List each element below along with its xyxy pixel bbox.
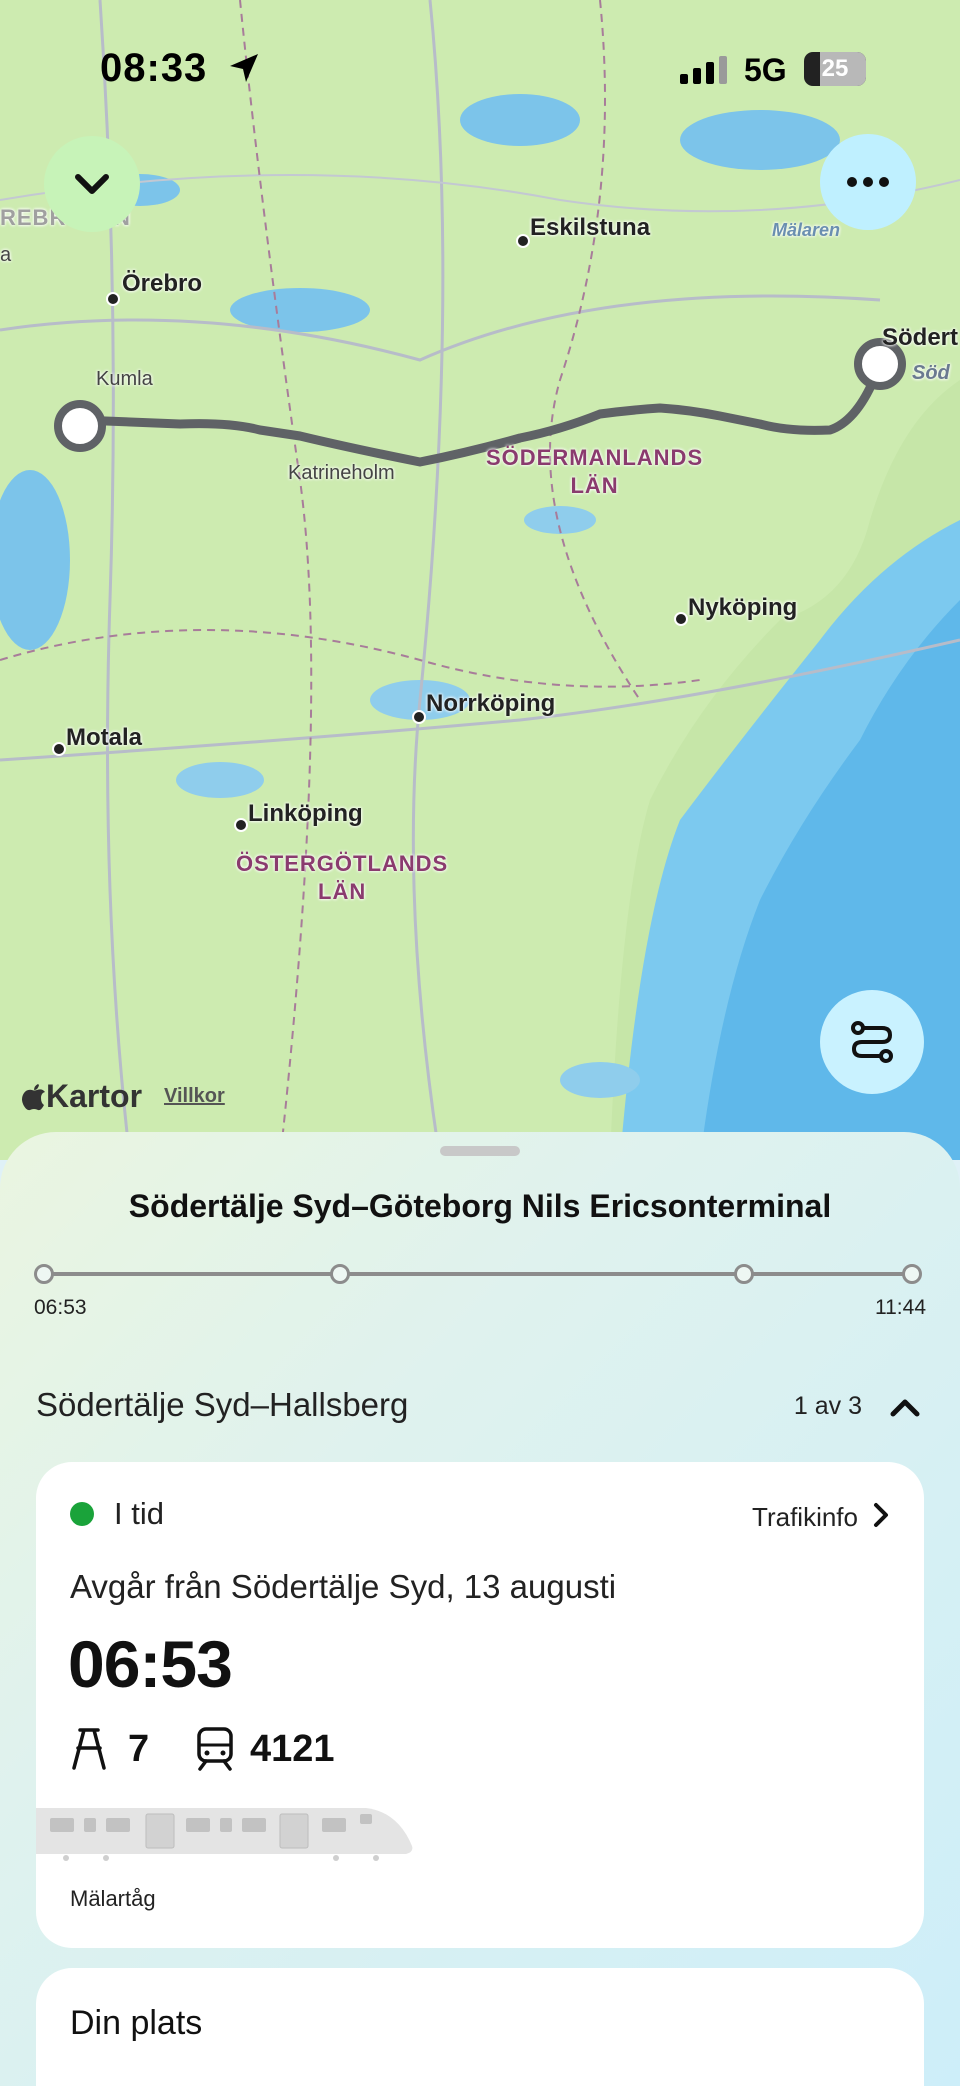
timeline-start-time: 06:53 (34, 1296, 87, 1319)
timeline-stop (34, 1264, 54, 1284)
network-label: 5G (744, 52, 787, 88)
train-type: Mälartåg (70, 1886, 156, 1911)
trafikinfo-link[interactable]: Trafikinfo (752, 1502, 858, 1533)
trip-title: Södertälje Syd–Göteborg Nils Ericsonterm… (128, 1188, 832, 1224)
map-label-sodermanland: SÖDERMANLANDS LÄN (486, 444, 703, 500)
more-options-button[interactable] (820, 134, 916, 230)
status-text: I tid (114, 1496, 164, 1531)
track-number: 7 (128, 1728, 150, 1770)
leg-title: Södertälje Syd–Hallsberg (36, 1386, 409, 1423)
sheet-handle[interactable] (440, 1146, 520, 1156)
battery-icon: 25 (804, 52, 866, 86)
map-label-motala: Motala (66, 724, 143, 751)
trip-timeline (34, 1262, 922, 1286)
maps-brand: Kartor (20, 1078, 142, 1115)
city-dot (412, 710, 426, 724)
track-icon (72, 1728, 106, 1770)
trip-sheet: Södertälje Syd–Göteborg Nils Ericsonterm… (0, 1132, 960, 2086)
map-label-edge: a (0, 244, 12, 266)
leg-count: 1 av 3 (793, 1392, 862, 1420)
map-label-sodertalje: Södert (882, 324, 959, 351)
region-line: ÖSTERGÖTLANDS (236, 851, 449, 876)
map-label-sodertalje-partial: Söd (912, 362, 950, 384)
battery-level: 25 (821, 55, 849, 82)
map-label-eskilstuna: Eskilstuna (530, 214, 651, 241)
route-button[interactable] (820, 990, 924, 1094)
ellipsis-icon (847, 177, 889, 187)
timeline-end-time: 11:44 (875, 1296, 926, 1319)
map-label-katrineholm: Katrineholm (288, 462, 395, 484)
map-label-norrkoping: Norrköping (426, 690, 556, 717)
departure-text: Avgår från Södertälje Syd, 13 augusti (70, 1568, 617, 1605)
train-number: 4121 (250, 1728, 335, 1770)
chevron-down-icon (75, 174, 109, 194)
map-label-nykoping: Nyköping (688, 594, 798, 621)
city-dot (234, 818, 248, 832)
timeline-stop (902, 1264, 922, 1284)
map-view[interactable]: Örebro Kumla Eskilstuna Mälaren Södert S… (0, 0, 960, 1160)
timeline-stop (734, 1264, 754, 1284)
timeline-stop (330, 1264, 350, 1284)
map-label-kumla: Kumla (96, 368, 153, 390)
leg-header[interactable]: Södertälje Syd–Hallsberg 1 av 3 (36, 1384, 926, 1434)
maps-brand-label: Kartor (46, 1078, 143, 1114)
region-line: SÖDERMANLANDS (486, 445, 704, 470)
collapse-button[interactable] (44, 136, 140, 232)
map-label-ostergotland: ÖSTERGÖTLANDS LÄN (236, 850, 448, 906)
status-bar: 08:33 5G 25 (0, 0, 960, 120)
status-indicator (70, 1502, 94, 1526)
city-dot (52, 742, 66, 756)
departure-time: 06:53 (68, 1627, 233, 1701)
map-background (0, 0, 960, 1160)
location-card: Din plats (36, 1968, 924, 2086)
city-dot (674, 612, 688, 626)
chevron-up-icon[interactable] (888, 1390, 922, 1424)
region-line: LÄN (318, 879, 367, 904)
location-card-title: Din plats (70, 2004, 203, 2042)
chevron-right-icon[interactable] (868, 1502, 894, 1528)
timeline-line (42, 1272, 914, 1276)
train-illustration (36, 1808, 413, 1861)
departure-card: I tid Trafikinfo Avgår från Södertälje S… (36, 1462, 924, 1948)
signal-icon (680, 56, 727, 84)
status-time: 08:33 (100, 46, 208, 90)
map-label-malaren: Mälaren (772, 220, 841, 240)
region-line: LÄN (570, 473, 619, 498)
location-arrow-icon (230, 54, 258, 82)
map-label-linkoping: Linköping (248, 800, 363, 827)
city-dot (516, 234, 530, 248)
map-attribution: Kartor Villkor (20, 1078, 225, 1115)
terms-link[interactable]: Villkor (164, 1085, 225, 1108)
map-label-orebro: Örebro (122, 270, 203, 297)
route-icon (851, 1021, 893, 1063)
city-dot (106, 292, 120, 306)
train-icon (197, 1727, 233, 1771)
apple-logo-icon (22, 1083, 45, 1110)
